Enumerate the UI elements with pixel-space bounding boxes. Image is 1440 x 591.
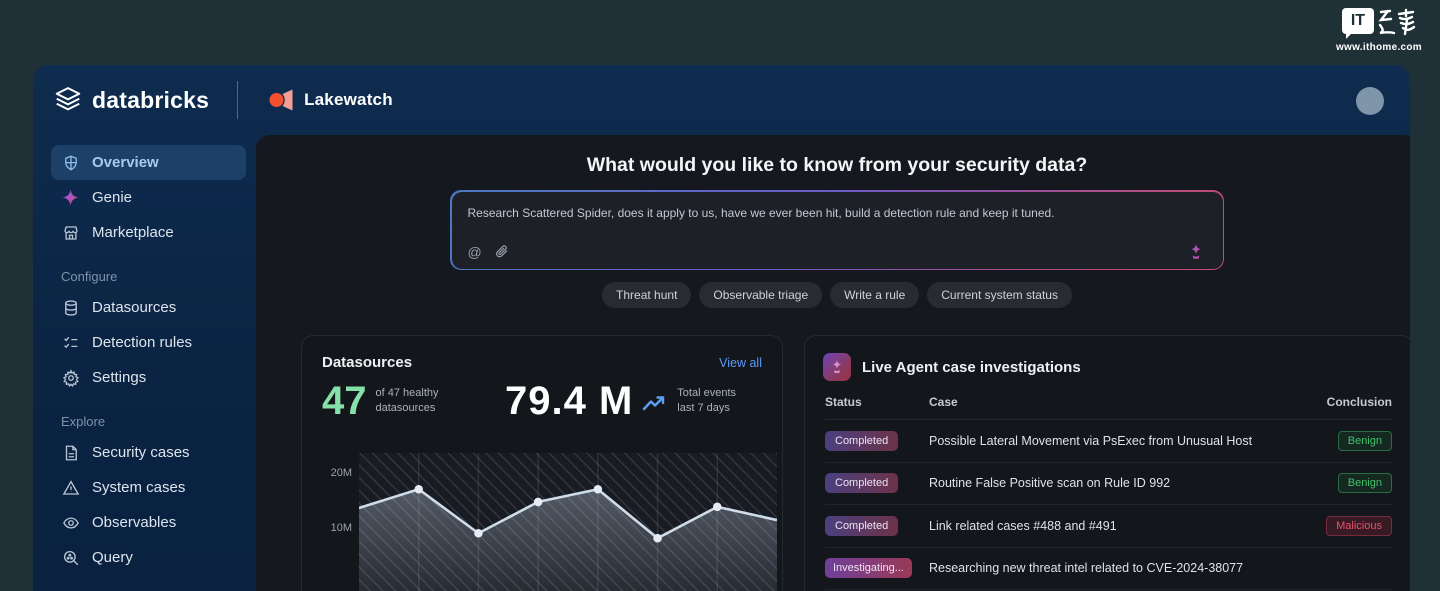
view-all-link[interactable]: View all — [719, 356, 762, 370]
datasources-card: Datasources View all 47 of 47 healthy da… — [301, 335, 783, 591]
sidebar-item-observables[interactable]: Observables — [51, 505, 246, 540]
main-panel: What would you like to know from your se… — [256, 135, 1410, 591]
page-title: What would you like to know from your se… — [256, 154, 1410, 177]
sidebar-item-label: Datasources — [92, 299, 176, 316]
sidebar-section-explore: Explore — [51, 405, 246, 435]
conclusion-badge: Benign — [1338, 473, 1392, 493]
shield-grid-icon — [61, 153, 80, 172]
database-icon — [61, 298, 80, 317]
lakewatch-logo-icon — [268, 87, 294, 113]
sidebar-item-detection-rules[interactable]: Detection rules — [51, 325, 246, 360]
conclusion-badge: Malicious — [1326, 516, 1392, 536]
attachment-icon[interactable] — [495, 244, 509, 259]
sidebar-item-label: Settings — [92, 369, 146, 386]
query-input[interactable]: Research Scattered Spider, does it apply… — [452, 192, 1223, 269]
cases-card-title: Live Agent case investigations — [862, 359, 1081, 376]
sidebar-item-overview[interactable]: Overview — [51, 145, 246, 180]
healthy-count: 47 — [322, 381, 367, 421]
sidebar-section-configure: Configure — [51, 260, 246, 290]
case-title: Link related cases #488 and #491 — [929, 519, 1302, 533]
live-agent-icon — [823, 353, 851, 381]
sidebar-item-label: Security cases — [92, 444, 190, 461]
sidebar-item-label: System cases — [92, 479, 185, 496]
ithome-cjk-glyphs — [1378, 8, 1416, 36]
query-input-value: Research Scattered Spider, does it apply… — [452, 192, 1223, 220]
conclusion-badge: Benign — [1338, 431, 1392, 451]
sidebar: Overview Genie Marketplace Configure Da — [33, 145, 256, 575]
case-title: Researching new threat intel related to … — [929, 561, 1302, 575]
sidebar-item-genie[interactable]: Genie — [51, 180, 246, 215]
column-status: Status — [825, 395, 929, 409]
databricks-brand[interactable]: databricks — [53, 85, 209, 115]
sidebar-item-label: Marketplace — [92, 224, 174, 241]
lakewatch-brand[interactable]: Lakewatch — [268, 87, 393, 113]
sidebar-item-query[interactable]: Query — [51, 540, 246, 575]
app-window: databricks Lakewatch Overview — [33, 65, 1410, 591]
sidebar-item-marketplace[interactable]: Marketplace — [51, 215, 246, 250]
status-badge: Completed — [825, 431, 898, 451]
case-title: Routine False Positive scan on Rule ID 9… — [929, 476, 1302, 490]
sidebar-item-security-cases[interactable]: Security cases — [51, 435, 246, 470]
ithome-watermark: IT www.ithome.com — [1336, 8, 1422, 53]
ithome-logo-icon: IT — [1342, 8, 1374, 34]
genie-sparkle-icon — [61, 188, 80, 207]
sidebar-item-datasources[interactable]: Datasources — [51, 290, 246, 325]
gear-icon — [61, 368, 80, 387]
table-row[interactable]: Investigating... Researching new threat … — [825, 548, 1392, 591]
sidebar-item-label: Genie — [92, 189, 132, 206]
chip-threat-hunt[interactable]: Threat hunt — [602, 282, 691, 308]
query-input-border: Research Scattered Spider, does it apply… — [450, 190, 1224, 270]
sidebar-item-settings[interactable]: Settings — [51, 360, 246, 395]
genie-send-icon[interactable] — [1187, 243, 1205, 261]
ithome-url: www.ithome.com — [1336, 42, 1422, 53]
sidebar-item-label: Detection rules — [92, 334, 192, 351]
table-row[interactable]: Completed Routine False Positive scan on… — [825, 463, 1392, 506]
status-badge: Completed — [825, 516, 898, 536]
table-row[interactable]: Completed Link related cases #488 and #4… — [825, 505, 1392, 548]
app-name: Lakewatch — [304, 90, 393, 110]
status-badge: Completed — [825, 473, 898, 493]
page: IT www.ithome.com databrick — [0, 0, 1440, 591]
y-axis-tick-10m: 10M — [316, 522, 352, 534]
checklist-icon — [61, 333, 80, 352]
y-axis-tick-20m: 20M — [316, 467, 352, 479]
trend-up-icon — [641, 393, 667, 415]
chip-write-a-rule[interactable]: Write a rule — [830, 282, 919, 308]
datasources-card-title: Datasources — [322, 354, 412, 371]
header-divider — [237, 81, 238, 119]
eye-icon — [61, 513, 80, 532]
document-icon — [61, 443, 80, 462]
search-cluster-icon — [61, 548, 80, 567]
sidebar-item-system-cases[interactable]: System cases — [51, 470, 246, 505]
warning-triangle-icon — [61, 478, 80, 497]
storefront-icon — [61, 223, 80, 242]
cases-table: Status Case Conclusion Completed Possibl… — [805, 381, 1410, 590]
cases-table-header: Status Case Conclusion — [825, 395, 1392, 420]
events-total: 79.4 M — [505, 381, 633, 421]
column-conclusion: Conclusion — [1302, 395, 1392, 409]
column-case: Case — [929, 395, 1302, 409]
app-header: databricks Lakewatch — [33, 65, 1410, 135]
databricks-logo-icon — [53, 85, 83, 115]
live-agent-cases-card: Live Agent case investigations Status Ca… — [804, 335, 1410, 591]
sidebar-item-label: Observables — [92, 514, 176, 531]
sidebar-item-label: Overview — [92, 154, 159, 171]
case-title: Possible Lateral Movement via PsExec fro… — [929, 434, 1302, 448]
chip-current-system-status[interactable]: Current system status — [927, 282, 1072, 308]
chip-observable-triage[interactable]: Observable triage — [699, 282, 822, 308]
table-row[interactable]: Completed Possible Lateral Movement via … — [825, 420, 1392, 463]
brand-name: databricks — [92, 87, 209, 114]
events-area-chart — [359, 453, 777, 591]
mention-icon[interactable]: @ — [468, 244, 482, 260]
events-label: Total events last 7 days — [677, 386, 736, 416]
status-badge: Investigating... — [825, 558, 912, 578]
user-avatar[interactable] — [1356, 87, 1384, 115]
sidebar-item-label: Query — [92, 549, 133, 566]
healthy-label: of 47 healthy datasources — [376, 386, 439, 416]
suggestion-chips: Threat hunt Observable triage Write a ru… — [256, 282, 1410, 308]
